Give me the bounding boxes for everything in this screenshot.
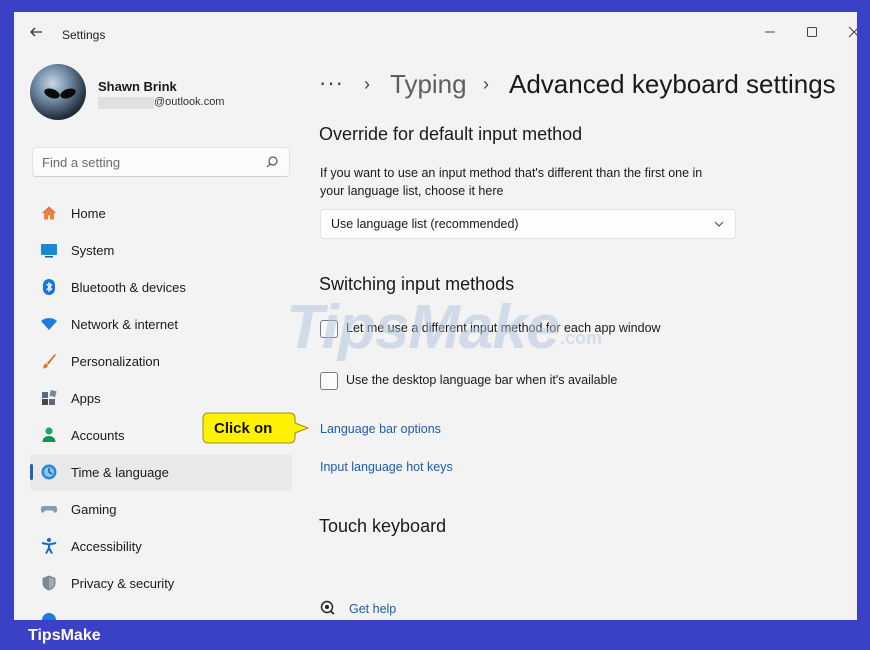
title-bar: Settings: [14, 12, 857, 56]
input-method-dropdown[interactable]: Use language list (recommended): [320, 209, 736, 239]
close-button[interactable]: [834, 18, 857, 48]
close-icon: [848, 26, 857, 38]
sidebar-item-time-language[interactable]: Time & language: [30, 454, 292, 491]
language-bar-checkbox[interactable]: [320, 372, 338, 390]
accounts-icon: [42, 427, 56, 442]
language-bar-options-link[interactable]: Language bar options: [320, 422, 441, 436]
breadcrumb-typing-link[interactable]: Typing: [390, 69, 467, 100]
sidebar-item-bluetooth[interactable]: Bluetooth & devices: [30, 269, 292, 306]
accessibility-icon: [41, 538, 57, 554]
avatar-eye: [58, 86, 78, 101]
sidebar-item-system[interactable]: System: [30, 232, 292, 269]
sidebar-item-label: Apps: [71, 391, 101, 406]
email-redaction: [98, 97, 154, 109]
app-title: Settings: [62, 28, 106, 42]
avatar[interactable]: [30, 64, 86, 120]
minimize-icon: [765, 31, 775, 33]
override-description: If you want to use an input method that'…: [320, 164, 750, 200]
search-input[interactable]: Find a setting: [32, 147, 290, 177]
selection-indicator: [30, 464, 33, 480]
per-app-input-label: Let me use a different input method for …: [346, 321, 661, 335]
click-on-callout: Click on: [202, 412, 310, 444]
dropdown-selected-value: Use language list (recommended): [331, 217, 519, 231]
sidebar-item-network[interactable]: Network & internet: [30, 306, 292, 343]
sidebar-item-privacy[interactable]: Privacy & security: [30, 565, 292, 602]
settings-window: Settings Shawn Brink @outlook.com Find a…: [14, 12, 857, 620]
chevron-down-icon: [714, 221, 724, 227]
sidebar-item-accessibility[interactable]: Accessibility: [30, 528, 292, 565]
page-title: Advanced keyboard settings: [509, 69, 836, 99]
sidebar-item-personalization[interactable]: Personalization: [30, 343, 292, 380]
update-icon: [42, 613, 56, 620]
maximize-button[interactable]: [792, 18, 832, 48]
system-icon: [41, 244, 57, 258]
input-language-hot-keys-link[interactable]: Input language hot keys: [320, 460, 453, 474]
footer-brand: TipsMake: [28, 627, 101, 644]
sidebar-nav: Home System Bluetooth & devices Network …: [30, 195, 292, 620]
sidebar-item-label: Network & internet: [71, 317, 178, 332]
section-heading-touch: Touch keyboard: [319, 516, 447, 536]
user-name: Shawn Brink: [98, 79, 177, 94]
gamepad-icon: [40, 506, 58, 513]
sidebar-item-label: Privacy & security: [71, 576, 175, 591]
per-app-input-checkbox[interactable]: [320, 320, 338, 338]
minimize-button[interactable]: [750, 18, 790, 48]
help-icon: [320, 600, 335, 615]
arrow-left-icon: [30, 27, 42, 37]
sidebar-item-label: System: [71, 243, 115, 258]
sidebar-item-label: Time & language: [71, 465, 169, 480]
shield-icon: [42, 575, 56, 591]
avatar-eye: [42, 86, 62, 101]
sidebar-item-home[interactable]: Home: [30, 195, 292, 232]
sidebar-item-label: Personalization: [71, 354, 160, 369]
sidebar-item-partial[interactable]: [30, 602, 292, 620]
section-heading-override: Override for default input method: [319, 124, 583, 144]
override-description-line: your language list, choose it here: [320, 184, 504, 198]
callout-text: Click on: [214, 420, 273, 437]
sidebar-item-label: Home: [71, 206, 106, 221]
time-language-icon: [41, 464, 57, 480]
sidebar-item-label: Accounts: [71, 428, 125, 443]
apps-icon: [42, 389, 57, 405]
breadcrumb-more-button[interactable]: ···: [319, 70, 344, 96]
search-placeholder: Find a setting: [42, 155, 121, 170]
sidebar-item-label: Bluetooth & devices: [71, 280, 186, 295]
sidebar-item-label: Accessibility: [71, 539, 142, 554]
get-help-link[interactable]: Get help: [349, 602, 396, 616]
back-button[interactable]: [28, 24, 48, 44]
user-email: @outlook.com: [154, 96, 225, 108]
breadcrumb-separator: ›: [364, 74, 370, 94]
bluetooth-icon: [43, 279, 55, 295]
override-description-line: If you want to use an input method that'…: [320, 166, 703, 180]
maximize-icon: [807, 27, 817, 37]
search-icon: [266, 156, 278, 168]
section-heading-switching: Switching input methods: [319, 274, 515, 294]
sidebar-item-label: Gaming: [71, 502, 117, 517]
brush-icon: [42, 354, 56, 369]
home-icon: [42, 206, 56, 220]
wifi-icon: [41, 318, 57, 330]
breadcrumb-separator: ›: [483, 74, 489, 94]
language-bar-label: Use the desktop language bar when it's a…: [346, 373, 618, 387]
sidebar-item-gaming[interactable]: Gaming: [30, 491, 292, 528]
